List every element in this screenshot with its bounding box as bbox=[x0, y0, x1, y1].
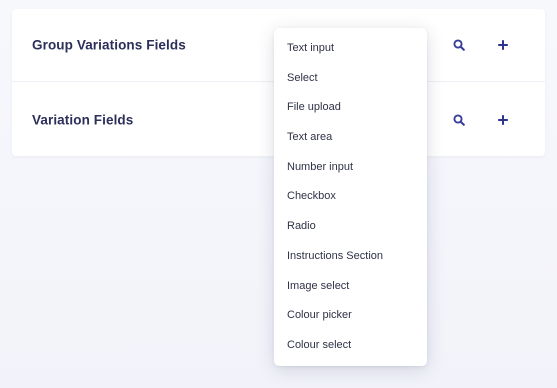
dropdown-item-colour-picker[interactable]: Colour picker bbox=[274, 301, 427, 331]
row-title: Variation Fields bbox=[32, 112, 134, 127]
dropdown-item-select[interactable]: Select bbox=[274, 64, 427, 94]
row-title: Group Variations Fields bbox=[32, 37, 186, 53]
dropdown-item-image-select[interactable]: Image select bbox=[274, 272, 427, 302]
plus-icon[interactable] bbox=[492, 109, 514, 131]
dropdown-item-radio[interactable]: Radio bbox=[274, 212, 427, 242]
dropdown-item-number-input[interactable]: Number input bbox=[274, 153, 427, 183]
field-type-dropdown: Text input Select File upload Text area … bbox=[274, 28, 427, 366]
dropdown-item-text-area[interactable]: Text area bbox=[274, 123, 427, 153]
dropdown-item-colour-select[interactable]: Colour select bbox=[274, 331, 427, 361]
search-icon[interactable] bbox=[448, 34, 470, 56]
plus-icon[interactable] bbox=[492, 34, 514, 56]
dropdown-item-instructions-section[interactable]: Instructions Section bbox=[274, 242, 427, 272]
dropdown-item-text-input[interactable]: Text input bbox=[274, 34, 427, 64]
dropdown-item-file-upload[interactable]: File upload bbox=[274, 93, 427, 123]
dropdown-item-checkbox[interactable]: Checkbox bbox=[274, 182, 427, 212]
search-icon[interactable] bbox=[448, 109, 470, 131]
